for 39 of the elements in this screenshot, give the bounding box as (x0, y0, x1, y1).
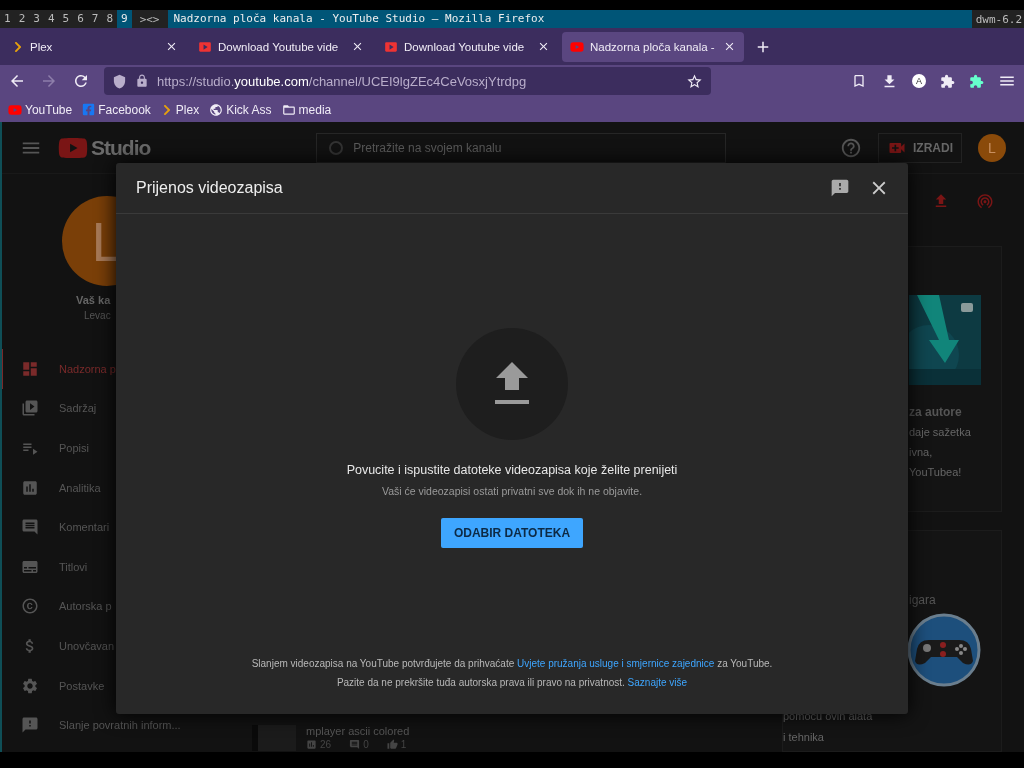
bookmark[interactable]: Kick Ass (209, 102, 272, 117)
terms-link[interactable]: Uvjete pružanja usluge i smjernice zajednice (517, 658, 715, 669)
bookmark[interactable]: Plex (160, 102, 200, 117)
card-title: igara (909, 593, 937, 608)
layout-symbol[interactable]: ><> (131, 12, 168, 26)
browser-tab[interactable]: Download Youtube vide (376, 31, 558, 62)
browser-tab[interactable]: Download Youtube vide (190, 31, 372, 62)
card-text: daje sažetka (909, 424, 972, 439)
terms-text: Slanjem videozapisa na YouTube potvrđujete da prihvaćate Uvjete pružanja usluge i smjernice zajednice za YouTube. (251, 658, 773, 669)
workspace-tag[interactable]: 8 (102, 10, 117, 28)
account-avatar[interactable]: A (912, 74, 926, 88)
browser-tab[interactable]: Plex (4, 31, 186, 62)
learn-more-link[interactable]: Saznajte više (627, 677, 688, 688)
workspace-tag[interactable]: 7 (87, 10, 103, 28)
card-title: za autore (909, 404, 963, 419)
card-text: i tehnika (783, 729, 825, 744)
status-text: dwm-6.2 (974, 12, 1023, 26)
privacy-note: Vaši će videozapisi ostati privatni sve dok ih ne objavite. (381, 485, 643, 497)
window-title: Nadzorna ploča kanala - YouTube Studio — Mozilla Firefox (167, 10, 972, 28)
copyright-text: Pazite da ne prekršite tuđa autorska prava ili pravo na privatnost. Saznajte više (336, 677, 688, 688)
bookmark[interactable]: YouTube (8, 102, 73, 117)
workspace-tag[interactable]: 1 (0, 10, 15, 28)
drop-prompt: Povucite i ispustite datoteke videozapisa koje želite prenijeti (346, 463, 678, 477)
workspace-tag[interactable]: 5 (58, 10, 74, 28)
card-text: YouTubea! (909, 465, 963, 480)
workspace-tag[interactable]: 3 (29, 10, 44, 28)
channel-title: Vaš ka (76, 294, 111, 306)
address-field[interactable]: https://studio.youtube.com/channel/UCEI9lgZEc4CeVosxjYtrdpg (104, 67, 711, 95)
workspace-tag[interactable]: 9 (117, 10, 132, 28)
dialog-title: Prijenos videozapisa (136, 179, 284, 197)
bookmark[interactable]: Facebook (82, 102, 151, 117)
bookmark[interactable]: media (281, 102, 332, 117)
browser-tab[interactable]: Nadzorna ploča kanala - (562, 31, 744, 62)
select-files-button[interactable]: ODABIR DATOTEKA (440, 518, 584, 548)
card-text: ivna, (909, 445, 934, 460)
workspace-tag[interactable]: 4 (43, 10, 59, 28)
workspace-tag[interactable]: 2 (14, 10, 30, 28)
channel-name: Levac (84, 310, 111, 321)
workspace-tag[interactable]: 6 (73, 10, 88, 28)
